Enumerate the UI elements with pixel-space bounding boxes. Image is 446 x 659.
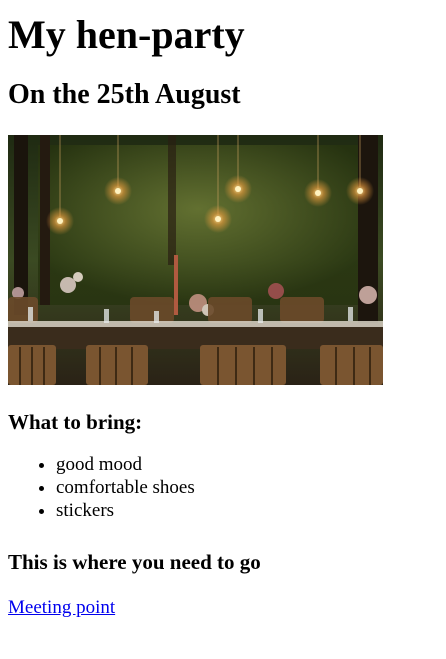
list-item: good mood	[56, 453, 438, 476]
page: My hen-party On the 25th August What to …	[0, 0, 446, 619]
bring-list: good mood comfortable shoes stickers	[8, 453, 438, 522]
party-photo-illustration	[8, 135, 383, 385]
where-heading: This is where you need to go	[8, 550, 261, 574]
page-title: My hen-party	[8, 12, 245, 57]
event-date: On the 25th August	[8, 79, 241, 110]
list-item: stickers	[56, 499, 438, 522]
list-item: comfortable shoes	[56, 476, 438, 499]
bring-heading: What to bring:	[8, 410, 143, 434]
meeting-point-link[interactable]: Meeting point	[8, 597, 115, 619]
party-photo	[8, 135, 383, 385]
